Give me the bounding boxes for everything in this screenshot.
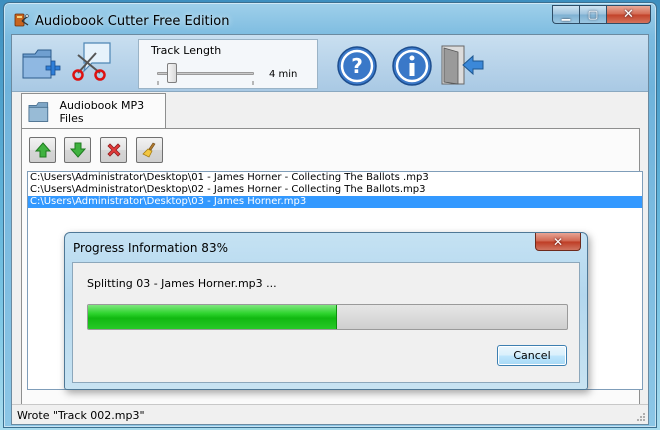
dialog-body: Splitting 03 - James Horner.mp3 ... Canc… — [72, 262, 580, 383]
toolbar: Track Length 4 min ? — [12, 35, 648, 92]
scissors-cut-icon[interactable] — [70, 41, 114, 83]
close-icon: ✕ — [623, 7, 634, 22]
folder-add-icon[interactable] — [21, 44, 61, 84]
tab-audiobook-mp3-files[interactable]: Audiobook MP3 Files — [21, 93, 166, 129]
track-length-value: 4 min — [269, 69, 298, 80]
cancel-button[interactable]: Cancel — [497, 345, 567, 366]
maximize-icon: ▢ — [587, 8, 599, 21]
status-bar: Wrote "Track 002.mp3" — [12, 404, 648, 424]
dialog-title: Progress Information 83% — [73, 241, 228, 255]
progress-bar — [87, 304, 568, 330]
progress-bar-fill — [88, 305, 338, 329]
move-down-button[interactable] — [64, 137, 91, 163]
info-icon[interactable] — [391, 45, 433, 87]
slider-ticks — [157, 81, 254, 85]
list-item-selected[interactable]: C:\Users\Administrator\Desktop\03 - Jame… — [28, 196, 642, 208]
dialog-close-button[interactable]: ✕ — [535, 233, 581, 251]
maximize-button[interactable]: ▢ — [579, 5, 606, 24]
list-item[interactable]: C:\Users\Administrator\Desktop\01 - Jame… — [28, 172, 642, 184]
close-icon: ✕ — [552, 234, 564, 249]
remove-button[interactable] — [100, 137, 127, 163]
help-icon[interactable]: ? — [336, 45, 378, 87]
app-icon — [14, 13, 29, 27]
track-length-label: Track Length — [151, 44, 222, 57]
broom-icon — [141, 142, 155, 158]
arrow-down-icon — [69, 142, 86, 158]
minimize-icon: ▁ — [561, 8, 571, 21]
progress-message: Splitting 03 - James Horner.mp3 ... — [87, 277, 277, 290]
window-controls: ▁ ▢ ✕ — [552, 5, 651, 24]
minimize-button[interactable]: ▁ — [552, 5, 579, 24]
resize-grip-icon[interactable] — [636, 412, 646, 422]
tab-label: Audiobook MP3 Files — [59, 98, 145, 125]
svg-text:?: ? — [351, 54, 363, 78]
list-item[interactable]: C:\Users\Administrator\Desktop\02 - Jame… — [28, 184, 642, 196]
folder-icon — [28, 101, 49, 122]
track-length-slider-thumb[interactable] — [166, 63, 177, 83]
track-length-group: Track Length 4 min — [138, 39, 318, 89]
progress-dialog: Progress Information 83% ✕ Splitting 03 … — [64, 232, 588, 390]
exit-icon[interactable] — [439, 44, 485, 86]
close-button[interactable]: ✕ — [606, 5, 651, 24]
title-bar[interactable]: Audiobook Cutter Free Edition ▁ ▢ ✕ — [4, 3, 656, 33]
delete-x-icon — [106, 143, 121, 157]
move-up-button[interactable] — [29, 137, 56, 163]
window-title: Audiobook Cutter Free Edition — [35, 14, 230, 29]
arrow-up-icon — [34, 142, 51, 158]
status-text: Wrote "Track 002.mp3" — [17, 409, 145, 422]
clear-button[interactable] — [136, 137, 163, 163]
